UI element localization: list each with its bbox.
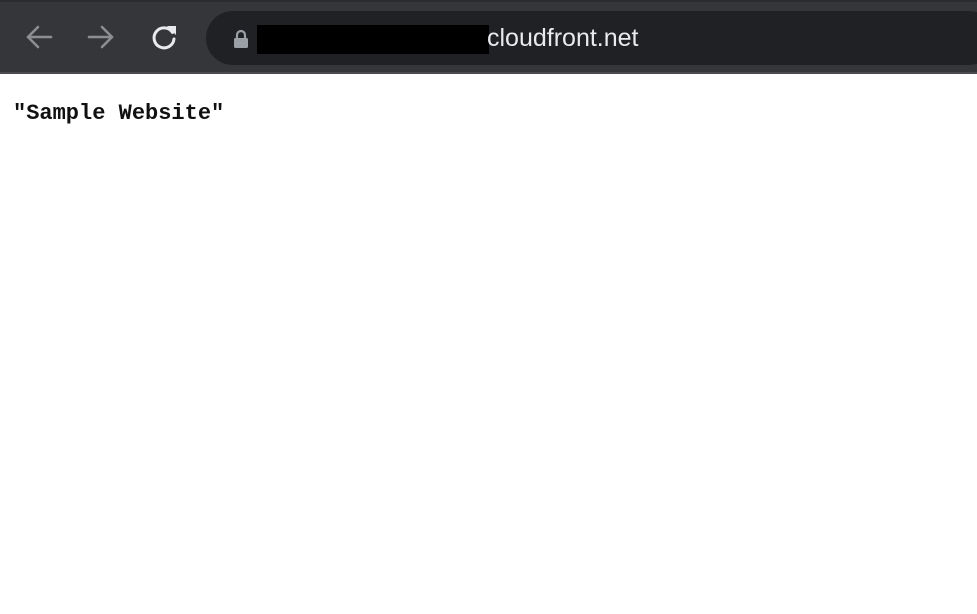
- reload-icon: [152, 26, 176, 50]
- redacted-url-segment: [257, 25, 489, 54]
- browser-toolbar: cloudfront.net: [0, 0, 977, 74]
- address-bar[interactable]: cloudfront.net: [206, 11, 977, 65]
- forward-button[interactable]: [84, 19, 118, 55]
- reload-button[interactable]: [147, 19, 181, 55]
- back-button[interactable]: [22, 19, 56, 55]
- arrow-left-icon: [26, 25, 53, 49]
- url-text[interactable]: cloudfront.net: [487, 22, 639, 54]
- page-content: "Sample Website": [0, 74, 977, 614]
- lock-icon[interactable]: [232, 28, 250, 50]
- page-body-text: "Sample Website": [13, 101, 225, 126]
- browser-window: cloudfront.net "Sample Website": [0, 0, 977, 614]
- arrow-right-icon: [87, 25, 114, 49]
